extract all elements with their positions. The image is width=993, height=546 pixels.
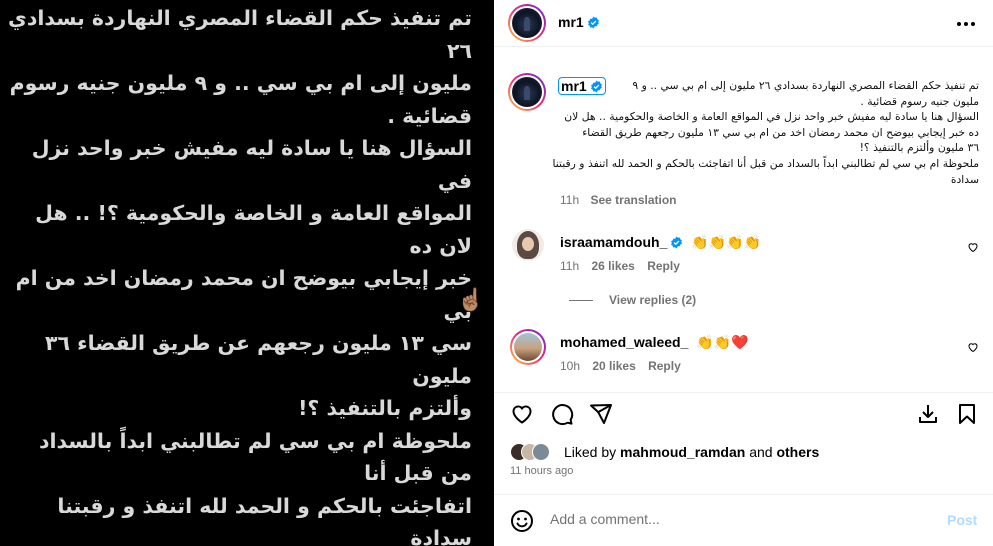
author-username[interactable]: mr1 <box>558 14 584 30</box>
save-bookmark-icon[interactable] <box>955 402 979 426</box>
verified-badge-icon <box>671 236 683 249</box>
post-header: mr1 <box>494 0 993 47</box>
post-actions: Liked by mahmoud_ramdan and others 11 ho… <box>494 392 993 488</box>
author-avatar[interactable] <box>508 4 546 42</box>
commenter-avatar[interactable] <box>512 229 544 261</box>
comment-likes[interactable]: 20 likes <box>592 359 635 373</box>
emoji-smiley-icon[interactable] <box>510 509 534 533</box>
liked-by-avatars[interactable] <box>510 443 562 461</box>
post-comment-button[interactable]: Post <box>947 512 977 528</box>
comment-text: 👏👏❤️ <box>696 334 749 350</box>
see-translation-link[interactable]: See translation <box>590 193 676 207</box>
comment-username[interactable]: israamamdouh_ <box>560 234 667 250</box>
share-send-icon[interactable] <box>589 402 613 426</box>
liked-by-and: and <box>749 444 773 460</box>
comment-username[interactable]: mohamed_waleed_ <box>560 334 688 350</box>
commenter-avatar[interactable] <box>510 329 546 365</box>
caption-time: 11h <box>560 193 580 207</box>
media-overlay-text: تم تنفيذ حكم القضاء المصري النهاردة بسدا… <box>8 6 472 546</box>
liked-by-user[interactable]: mahmoud_ramdan <box>620 444 745 460</box>
like-comment-heart-icon[interactable] <box>967 241 979 253</box>
comment-time: 10h <box>560 359 581 373</box>
media-emoji: 😎 ☝🏽 <box>428 287 485 312</box>
add-comment-input[interactable] <box>550 511 920 527</box>
comment-time: 11h <box>560 259 580 273</box>
like-comment-heart-icon[interactable] <box>967 341 979 353</box>
reply-button[interactable]: Reply <box>647 259 680 273</box>
caption-avatar[interactable] <box>508 73 546 111</box>
reply-button[interactable]: Reply <box>648 359 681 373</box>
liked-by-others[interactable]: others <box>776 444 819 460</box>
post-media[interactable]: تم تنفيذ حكم القضاء المصري النهاردة بسدا… <box>0 0 494 546</box>
more-horizontal-icon[interactable] <box>955 14 977 34</box>
comment-bubble-icon[interactable] <box>550 402 574 426</box>
post-side-panel: mr1 mr1 تم تنفيذ حكم القضاء المصري النها… <box>494 0 993 546</box>
post-time[interactable]: 11 hours ago <box>510 465 573 477</box>
comment-likes[interactable]: 26 likes <box>591 259 634 273</box>
comment-text: 👏👏👏👏 <box>691 234 761 250</box>
add-comment-bar: Post <box>494 494 993 546</box>
liked-by-prefix: Liked by <box>564 444 617 460</box>
verified-badge-icon <box>587 16 599 29</box>
view-replies-link[interactable]: View replies (2) <box>569 293 696 307</box>
like-heart-icon[interactable] <box>510 402 534 426</box>
download-icon[interactable] <box>916 402 940 426</box>
caption-text: تم تنفيذ حكم القضاء المصري النهاردة بسدا… <box>552 79 979 186</box>
